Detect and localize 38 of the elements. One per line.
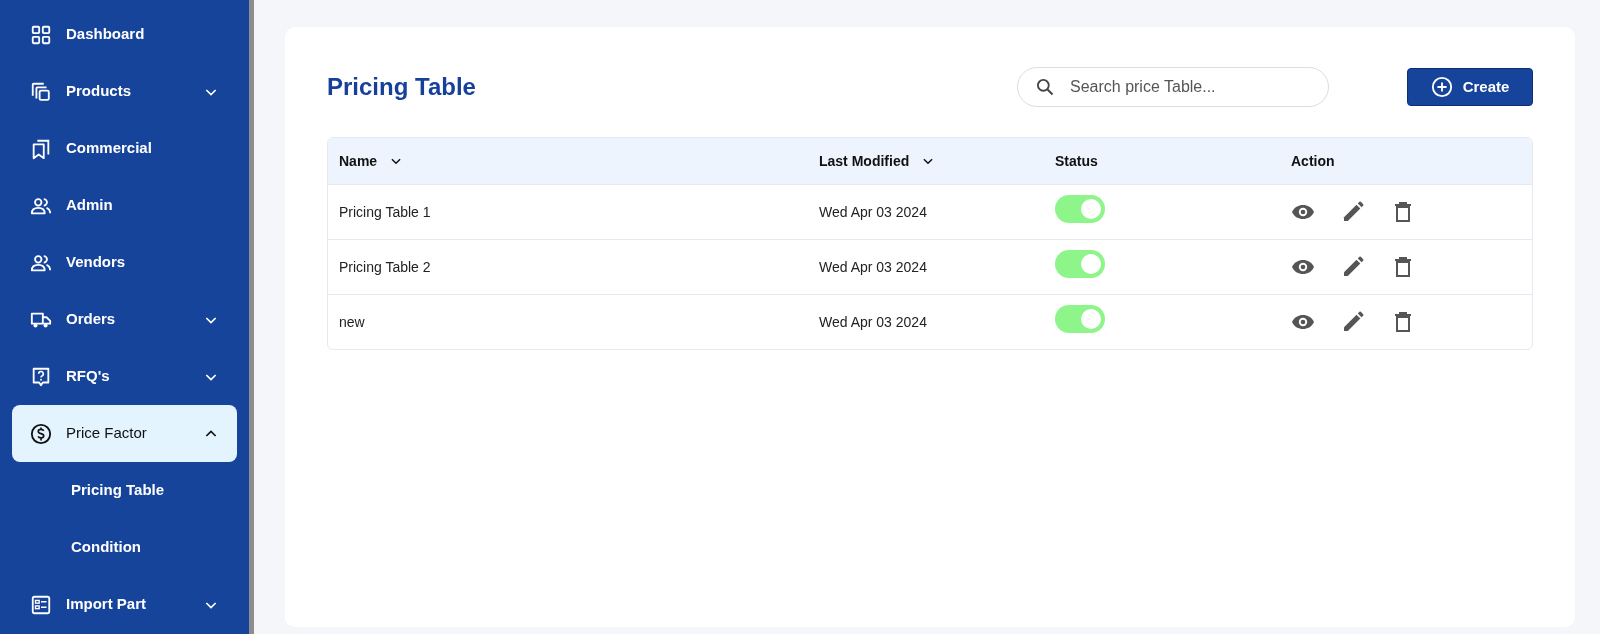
sidebar-subitem[interactable]: Condition xyxy=(0,519,249,576)
table-cell-text: Pricing Table 2 xyxy=(339,257,432,277)
plus-circle-icon xyxy=(1430,76,1453,98)
sidebar-item[interactable]: Admin xyxy=(12,177,237,234)
sidebar-subitem[interactable]: Pricing Table xyxy=(0,462,249,519)
status-toggle[interactable] xyxy=(1055,195,1105,223)
help-icon xyxy=(30,365,52,388)
sidebar-item[interactable]: Orders xyxy=(12,291,237,348)
column-header: Action xyxy=(1291,151,1335,171)
pencil-icon[interactable] xyxy=(1341,200,1365,224)
status-toggle[interactable] xyxy=(1055,305,1105,333)
bookmark-icon xyxy=(30,137,52,160)
table-cell-text: Wed Apr 03 2024 xyxy=(819,257,928,277)
sidebar-item[interactable]: RFQ's xyxy=(12,348,237,405)
search-field[interactable]: Search price Table... xyxy=(1017,67,1329,107)
sidebar-item[interactable]: Commercial xyxy=(12,120,237,177)
pencil-icon[interactable] xyxy=(1341,255,1365,279)
table-cell-text: Wed Apr 03 2024 xyxy=(819,202,928,222)
column-header[interactable]: Name xyxy=(339,150,404,172)
table-cell-text: new xyxy=(339,312,366,332)
page-title: Pricing Table xyxy=(327,72,476,102)
dollar-icon xyxy=(30,422,52,445)
status-toggle[interactable] xyxy=(1055,250,1105,278)
table-cell-text: Wed Apr 03 2024 xyxy=(819,312,928,332)
grid-icon xyxy=(30,23,52,46)
copies-icon xyxy=(30,80,52,103)
sidebar-item[interactable]: Products xyxy=(12,63,237,120)
sidebar-item[interactable]: Vendors xyxy=(12,234,237,291)
form-icon xyxy=(30,593,52,616)
column-header[interactable]: Last Modified xyxy=(819,150,936,172)
create-button[interactable]: Create xyxy=(1407,68,1533,106)
column-header: Status xyxy=(1055,151,1098,171)
search-icon xyxy=(1035,77,1055,97)
sidebar-item[interactable]: Dashboard xyxy=(12,6,237,63)
sidebar-item[interactable]: Price Factor xyxy=(12,405,237,462)
pencil-icon[interactable] xyxy=(1341,310,1365,334)
table-cell-text: Pricing Table 1 xyxy=(339,202,432,222)
sidebar-item[interactable]: Import Part xyxy=(12,576,237,633)
